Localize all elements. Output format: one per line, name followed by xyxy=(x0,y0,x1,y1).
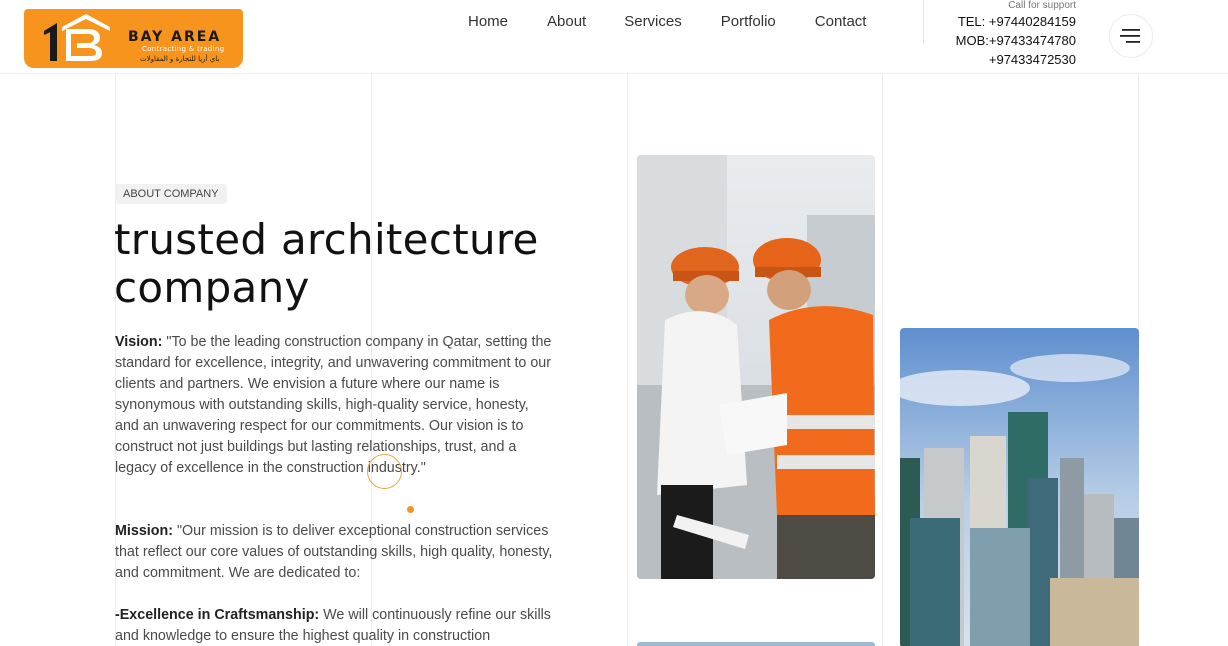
company-logo[interactable]: BAY AREA Contracting & trading باي أريا … xyxy=(24,9,243,68)
city-skyline-image xyxy=(900,328,1139,646)
logo-mark-icon xyxy=(44,14,110,61)
workers-image xyxy=(637,155,875,579)
support-label: Call for support xyxy=(1008,0,1076,11)
title-line-1: trusted architecture xyxy=(114,215,539,264)
hamburger-icon xyxy=(1120,29,1140,43)
menu-toggle-button[interactable] xyxy=(1109,14,1153,58)
mission-label: Mission: xyxy=(115,523,173,539)
title-line-2: company xyxy=(114,263,310,312)
logo-title: BAY AREA xyxy=(128,29,222,45)
custom-cursor-ring xyxy=(367,454,402,489)
vision-text: "To be the leading construction company … xyxy=(115,334,552,476)
nav-home[interactable]: Home xyxy=(468,12,508,32)
image-preview-strip xyxy=(637,642,875,646)
nav-services[interactable]: Services xyxy=(624,12,682,32)
section-tag: ABOUT COMPANY xyxy=(115,184,227,204)
header-divider xyxy=(923,0,924,44)
vision-label: Vision: xyxy=(115,334,163,350)
excellence-label: -Excellence in Craftsmanship: xyxy=(115,607,320,623)
page-title: trusted architecture company xyxy=(114,216,574,312)
nav-portfolio[interactable]: Portfolio xyxy=(721,12,776,32)
grid-line xyxy=(627,74,628,646)
grid-line xyxy=(882,74,883,646)
excellence-paragraph: -Excellence in Craftsmanship: We will co… xyxy=(115,605,555,646)
site-header: BAY AREA Contracting & trading باي أريا … xyxy=(0,0,1228,74)
alt-number[interactable]: +97433472530 xyxy=(956,50,1076,69)
vision-paragraph: Vision: "To be the leading construction … xyxy=(115,332,555,479)
mobile-number[interactable]: MOB:+97433474780 xyxy=(956,31,1076,50)
mission-text: "Our mission is to deliver exceptional c… xyxy=(115,523,553,581)
logo-arabic-text: باي أريا للتجارة و المقاولات xyxy=(140,55,220,63)
mission-paragraph: Mission: "Our mission is to deliver exce… xyxy=(115,521,555,584)
logo-subtitle: Contracting & trading xyxy=(142,45,225,53)
custom-cursor-dot xyxy=(407,506,414,513)
nav-about[interactable]: About xyxy=(547,12,586,32)
nav-contact[interactable]: Contact xyxy=(815,12,867,32)
tel-number[interactable]: TEL: +97440284159 xyxy=(956,12,1076,31)
main-nav: Home About Services Portfolio Contact xyxy=(468,12,866,32)
support-contact: Call for support TEL: +97440284159 MOB:+… xyxy=(956,0,1076,69)
